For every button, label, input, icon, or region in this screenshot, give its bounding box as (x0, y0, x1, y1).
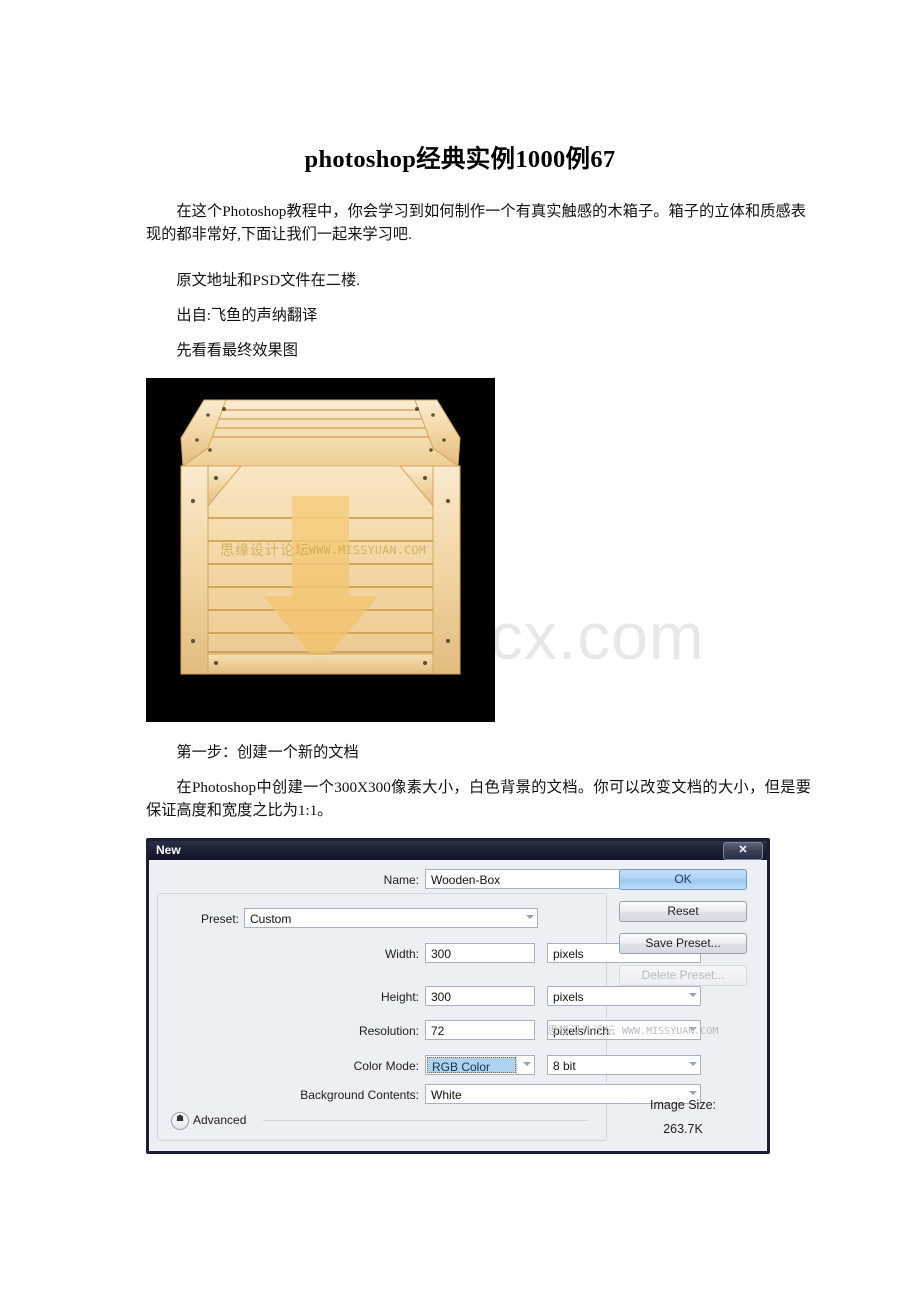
dialog-titlebar: New ✕ (149, 841, 767, 860)
background-contents-value: White (431, 1088, 462, 1102)
photoshop-new-dialog: New ✕ Name: Wooden-Box Preset: Custom Wi… (146, 838, 770, 1154)
height-label: Height: (380, 990, 419, 1004)
resolution-label: Resolution: (358, 1024, 419, 1038)
chevron-down-icon (689, 1027, 697, 1031)
width-label: Width: (384, 947, 419, 961)
color-mode-select[interactable]: RGB Color (425, 1055, 535, 1075)
color-depth-value: 8 bit (553, 1059, 576, 1073)
crate-watermark-url: WWW.MISSYUAN.COM (309, 543, 426, 557)
preset-select[interactable]: Custom (244, 908, 538, 928)
save-preset-button[interactable]: Save Preset... (619, 933, 747, 954)
paragraph-translator-credit: 出自:飞鱼的声纳翻译 (176, 307, 318, 324)
paragraph-source-address: 原文地址和PSD文件在二楼. (176, 272, 360, 289)
resolution-unit-value: pixels/inch (553, 1024, 610, 1038)
chevron-down-icon (689, 1062, 697, 1066)
wooden-crate-image: 思缘设计论坛 WWW.MISSYUAN.COM (146, 378, 495, 722)
combo-separator (516, 1056, 517, 1074)
height-unit-value: pixels (553, 990, 584, 1004)
chevron-double-down-icon[interactable]: ☗ (171, 1112, 189, 1130)
advanced-label: Advanced (193, 1113, 247, 1127)
paragraph-step1-body: 在Photoshop中创建一个300X300像素大小，白色背景的文档。你可以改变… (146, 779, 811, 819)
image-size-value: 263.7K (663, 1122, 703, 1136)
resolution-input[interactable]: 72 (425, 1020, 535, 1040)
paragraph-intro: 在这个Photoshop教程中，你会学习到如何制作一个有真实触感的木箱子。箱子的… (146, 203, 806, 243)
name-label: Name: (383, 873, 419, 887)
page-title: photoshop经典实例1000例67 (304, 146, 616, 173)
document-body: photoshop经典实例1000例67 在这个Photoshop教程中，你会学… (0, 0, 920, 819)
dialog-body: Name: Wooden-Box Preset: Custom Width: 3… (149, 860, 767, 1151)
ok-button[interactable]: OK (619, 869, 747, 890)
width-unit-value: pixels (553, 947, 584, 961)
color-mode-value: RGB Color (427, 1057, 516, 1073)
resolution-unit-select[interactable]: pixels/inch (547, 1020, 701, 1040)
preset-label: Preset: (200, 912, 239, 926)
width-input[interactable]: 300 (425, 943, 535, 963)
advanced-section[interactable]: ☗ Advanced (171, 1112, 601, 1130)
image-size-label: Image Size: (649, 1098, 716, 1112)
chevron-down-icon (689, 993, 697, 997)
height-unit-select[interactable]: pixels (547, 986, 701, 1006)
dialog-title: New (156, 843, 181, 857)
delete-preset-button: Delete Preset... (619, 965, 747, 986)
color-depth-select[interactable]: 8 bit (547, 1055, 701, 1075)
background-contents-label: Background Contents: (300, 1088, 419, 1102)
preset-value: Custom (250, 912, 292, 926)
chevron-down-icon (689, 1091, 697, 1095)
crate-watermark-cn: 思缘设计论坛 (220, 543, 310, 559)
height-input[interactable]: 300 (425, 986, 535, 1006)
advanced-divider (263, 1120, 587, 1121)
reset-button[interactable]: Reset (619, 901, 747, 922)
chevron-down-icon (523, 1062, 531, 1066)
color-mode-label: Color Mode: (353, 1059, 419, 1073)
paragraph-preview-caption: 先看看最终效果图 (176, 342, 298, 359)
close-icon[interactable]: ✕ (723, 842, 763, 860)
paragraph-step1-heading: 第一步：创建一个新的文档 (176, 744, 359, 761)
chevron-down-icon (526, 915, 534, 919)
